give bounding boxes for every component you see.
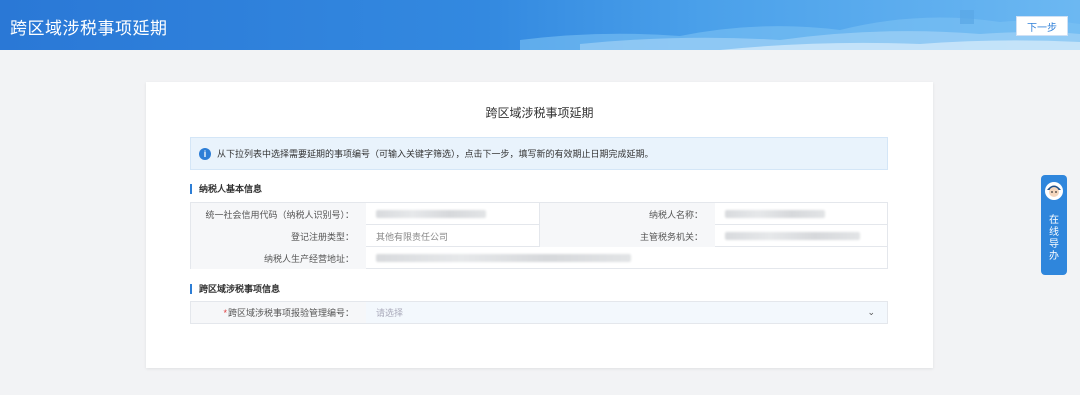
info-icon: i <box>199 147 211 160</box>
card-title: 跨区域涉税事项延期 <box>485 106 594 120</box>
info-row: 纳税人生产经营地址： <box>191 247 887 269</box>
assistant-avatar-icon <box>1045 182 1063 200</box>
reg-type-label: 登记注册类型： <box>191 225 366 247</box>
redacted-value <box>376 210 486 218</box>
notice-bar: i 从下拉列表中选择需要延期的事项编号（可输入关键字筛选），点击下一步，填写新的… <box>190 137 888 170</box>
next-step-button[interactable]: 下一步 <box>1016 16 1068 36</box>
redacted-value <box>725 232 860 240</box>
taxpayer-name-value <box>715 203 887 225</box>
redacted-value <box>725 210 825 218</box>
tax-office-label: 主管税务机关： <box>540 225 715 247</box>
credit-code-label: 统一社会信用代码（纳税人识别号）： <box>191 203 366 225</box>
credit-code-value <box>366 203 539 225</box>
management-number-row: * 跨区域涉税事项报验管理编号： 请选择 ⌄ <box>190 301 888 324</box>
taxpayer-name-label: 纳税人名称： <box>540 203 715 225</box>
address-value <box>366 247 887 269</box>
select-placeholder: 请选择 <box>376 308 404 318</box>
section-title-taxpayer: 纳税人基本信息 <box>190 184 262 194</box>
info-row: 统一社会信用代码（纳税人识别号）： 纳税人名称： <box>191 203 887 225</box>
management-number-label: * 跨区域涉税事项报验管理编号： <box>191 302 366 323</box>
great-wall-banner-illustration <box>520 10 1080 50</box>
online-guide-button[interactable]: 在线导办 <box>1041 175 1067 275</box>
address-label: 纳税人生产经营地址： <box>191 247 366 269</box>
redacted-value <box>376 254 631 262</box>
reg-type-value: 其他有限责任公司 <box>376 231 449 242</box>
page-title: 跨区域涉税事项延期 <box>10 19 168 38</box>
chevron-down-icon: ⌄ <box>867 307 875 317</box>
management-number-label-text: 跨区域涉税事项报验管理编号： <box>227 308 354 318</box>
info-row: 登记注册类型： 其他有限责任公司 主管税务机关： <box>191 225 887 247</box>
online-guide-label: 在线导办 <box>1049 215 1059 262</box>
taxpayer-info-grid: 统一社会信用代码（纳税人识别号）： 纳税人名称： 登记注册类型： 其他有限责任公… <box>190 202 888 269</box>
tax-office-value <box>715 225 887 247</box>
section-title-cross-region: 跨区域涉税事项信息 <box>190 284 280 294</box>
notice-text: 从下拉列表中选择需要延期的事项编号（可输入关键字筛选），点击下一步，填写新的有效… <box>217 149 654 159</box>
management-number-select[interactable]: 请选择 ⌄ <box>366 302 887 323</box>
required-mark: * <box>223 307 227 318</box>
page-header: 跨区域涉税事项延期 下一步 <box>0 0 1080 50</box>
main-card: 跨区域涉税事项延期 i 从下拉列表中选择需要延期的事项编号（可输入关键字筛选），… <box>146 82 933 368</box>
